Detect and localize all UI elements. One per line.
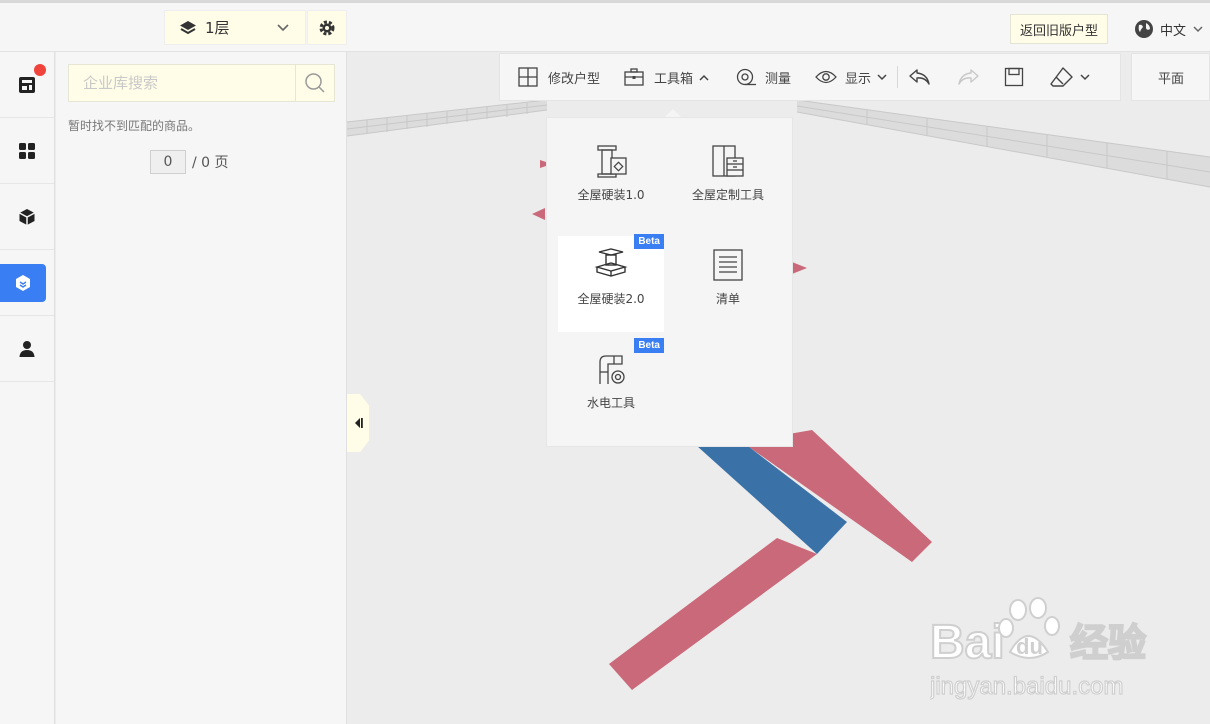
toolbox-icon [624, 67, 644, 87]
toolbox-menu: 全屋硬装1.0 全屋定制工具 Beta 全屋硬装2.0 清单 Beta 水电工具 [546, 117, 793, 447]
page-number-input[interactable]: 0 [150, 150, 186, 174]
beta-badge: Beta [634, 234, 664, 249]
chevron-down-icon [877, 73, 887, 81]
page-total: / 0 页 [192, 155, 229, 171]
rail-active-indicator [0, 264, 46, 302]
globe-icon [1134, 19, 1154, 39]
rail-item-profile[interactable] [0, 316, 54, 382]
redo-icon [956, 67, 980, 87]
tape-measure-icon [735, 67, 757, 87]
svg-text:du: du [1016, 634, 1043, 659]
language-selector[interactable]: 中文 [1134, 16, 1203, 42]
tool-label: 清单 [715, 292, 740, 306]
return-old-plan-button[interactable]: 返回旧版户型 [1010, 14, 1108, 44]
undo-icon [908, 67, 932, 87]
measure-label: 测量 [765, 71, 792, 87]
stacked-ibeam-icon [594, 248, 628, 282]
edit-plan-button[interactable]: 修改户型 [518, 54, 600, 100]
chevron-down-icon [277, 23, 289, 32]
save-icon [1004, 67, 1024, 87]
svg-text:Bai: Bai [930, 616, 1005, 669]
tool-custom-cabinet[interactable]: 全屋定制工具 [675, 132, 781, 228]
collapse-panel-button[interactable] [347, 394, 369, 452]
eraser-icon [1050, 66, 1074, 88]
notification-badge [34, 64, 46, 76]
toolbox-button[interactable]: 工具箱 [624, 54, 709, 100]
left-icon-rail [0, 52, 55, 724]
display-button[interactable]: 显示 [815, 54, 887, 100]
floorplan-edit-icon [518, 67, 538, 87]
tool-label: 全屋硬装1.0 [577, 188, 645, 202]
rail-item-enterprise[interactable] [0, 250, 54, 316]
layers-icon [179, 20, 197, 36]
svg-text:经验: 经验 [1070, 621, 1146, 665]
measure-button[interactable]: 测量 [735, 54, 791, 100]
edit-plan-label: 修改户型 [548, 71, 601, 87]
pillar-tile-icon [594, 144, 628, 178]
language-label: 中文 [1160, 23, 1187, 39]
list-icon [711, 248, 745, 282]
pagination: 0 / 0 页 [150, 150, 229, 174]
baidu-jingyan-watermark: Bai du 经验 jingyan.baidu.com [928, 590, 1180, 710]
view-2d-button[interactable]: 平面 [1131, 53, 1210, 101]
tool-label: 全屋硬装2.0 [577, 292, 645, 306]
gear-icon [318, 19, 336, 37]
tool-label: 全屋定制工具 [691, 188, 764, 202]
user-icon [18, 340, 36, 358]
toolbar-divider [897, 66, 899, 88]
chevron-up-icon [699, 74, 709, 81]
svg-text:jingyan.baidu.com: jingyan.baidu.com [930, 673, 1123, 700]
chevron-down-icon [1193, 25, 1203, 33]
tool-bill-list[interactable]: 清单 [675, 236, 781, 332]
floorplan-icon [18, 76, 36, 94]
redo-button[interactable] [956, 54, 980, 100]
enterprise-box-icon [14, 274, 32, 292]
tool-label: 水电工具 [586, 396, 635, 410]
collapse-left-icon [353, 416, 363, 430]
cabinet-icon [711, 144, 745, 178]
search-icon [304, 72, 326, 94]
empty-result-message: 暂时找不到匹配的商品。 [68, 119, 201, 133]
search-input[interactable] [69, 65, 297, 101]
undo-button[interactable] [908, 54, 932, 100]
tool-hard-decor-1[interactable]: 全屋硬装1.0 [558, 132, 664, 228]
tool-hard-decor-2[interactable]: Beta 全屋硬装2.0 [558, 234, 664, 332]
beta-badge: Beta [634, 338, 664, 353]
tool-plumbing-electric[interactable]: Beta 水电工具 [558, 338, 664, 436]
toolbox-label: 工具箱 [654, 71, 694, 87]
eraser-button[interactable] [1050, 54, 1090, 100]
rail-item-floorplan[interactable] [0, 52, 54, 118]
grid-icon [18, 142, 36, 160]
search-button[interactable] [295, 65, 334, 101]
floor-settings-button[interactable] [307, 10, 347, 45]
rail-item-models[interactable] [0, 184, 54, 250]
floor-selector[interactable]: 1层 [164, 10, 306, 45]
chevron-down-icon [1080, 73, 1090, 81]
floor-label: 1层 [205, 19, 230, 37]
display-label: 显示 [845, 71, 872, 87]
pipe-valve-icon [594, 352, 628, 386]
eye-icon [815, 69, 837, 85]
main-toolbar: 修改户型 工具箱 测量 显示 [499, 53, 1121, 101]
library-search [68, 64, 335, 102]
cube-icon [18, 208, 36, 226]
save-button[interactable] [1004, 54, 1024, 100]
rail-item-catalog[interactable] [0, 118, 54, 184]
